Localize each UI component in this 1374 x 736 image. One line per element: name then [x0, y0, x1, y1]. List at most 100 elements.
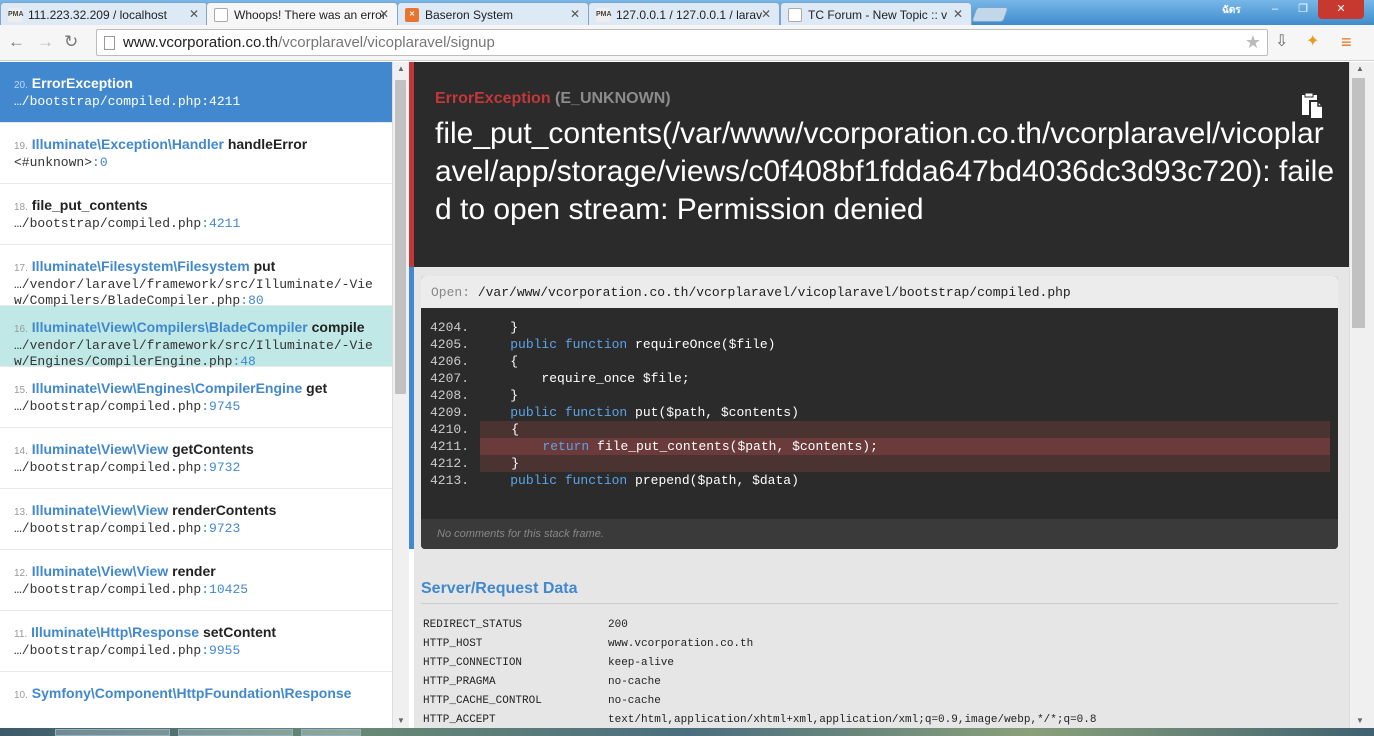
server-data-value: no-cache — [608, 676, 661, 688]
server-data-row: HTTP_HOST www.vcorporation.co.th — [423, 635, 753, 654]
frame-file: …/bootstrap/compiled.php:4211 — [14, 216, 241, 231]
server-data-row: HTTP_CACHE_CONTROL no-cache — [423, 692, 661, 711]
tab-whoops[interactable]: Whoops! There was an error ✕ — [206, 2, 398, 26]
frame-file-path: …/bootstrap/compiled.php — [14, 521, 202, 536]
code-line: 4209. public function put($path, $conten… — [421, 404, 1338, 421]
frame-method: compile — [311, 319, 365, 335]
scroll-down-icon[interactable]: ▼ — [397, 716, 405, 725]
close-tab-icon[interactable]: ✕ — [379, 7, 389, 21]
frame-file-path: …/bootstrap/compiled.php — [14, 216, 202, 231]
open-file-path[interactable]: Open: /var/www/vcorporation.co.th/vcorpl… — [421, 276, 1338, 308]
server-data-title: Server/Request Data — [421, 580, 578, 597]
code-line: 4212. } — [421, 455, 1330, 472]
frame-title: 18. file_put_contents — [14, 197, 382, 216]
frame-class: Illuminate\View\View — [31, 502, 169, 518]
code-text: } — [480, 456, 520, 471]
page-icon — [788, 8, 802, 22]
extension-wand-icon[interactable]: ✦ — [1306, 33, 1319, 51]
frame-number: 12. — [14, 568, 28, 579]
new-tab-button[interactable] — [971, 7, 1009, 22]
stack-frame[interactable]: 10. Symfony\Component\HttpFoundation\Res… — [0, 672, 392, 728]
server-data-key: REDIRECT_STATUS — [423, 619, 523, 631]
stack-frame[interactable]: 17. Illuminate\Filesystem\Filesystem put… — [0, 245, 392, 308]
frame-title: 19. Illuminate\Exception\Handler handleE… — [14, 136, 382, 155]
stack-frame[interactable]: 13. Illuminate\View\View renderContents…… — [0, 489, 392, 550]
scroll-down-icon[interactable]: ▼ — [1356, 716, 1364, 725]
tab-phpmyadmin-remote[interactable]: PMA 111.223.32.209 / localhost ✕ — [0, 2, 208, 25]
stack-frame[interactable]: 20. ErrorException …/bootstrap/compiled.… — [0, 62, 392, 123]
browser-tab-strip: PMA 111.223.32.209 / localhost ✕ Whoops!… — [0, 0, 1374, 26]
close-tab-icon[interactable]: ✕ — [953, 7, 963, 21]
frame-file: …/bootstrap/compiled.php:4211 — [14, 94, 241, 109]
maximize-button[interactable]: ❐ — [1290, 0, 1316, 19]
server-data-key: HTTP_HOST — [423, 638, 483, 650]
stack-frame[interactable]: 15. Illuminate\View\Engines\CompilerEngi… — [0, 367, 392, 428]
code-line: 4213. public function prepend($path, $da… — [421, 472, 1338, 489]
frame-number: 17. — [14, 263, 28, 274]
taskbar-app[interactable] — [301, 729, 361, 736]
stack-frame[interactable]: 14. Illuminate\View\View getContents …/bo… — [0, 428, 392, 489]
forward-icon[interactable]: → — [37, 33, 54, 51]
frame-class: Illuminate\View\View — [31, 441, 169, 457]
stack-frame[interactable]: 19. Illuminate\Exception\Handler handleE… — [0, 123, 392, 184]
file-path: /var/www/vcorporation.co.th/vcorplaravel… — [477, 285, 1071, 300]
frame-class: Illuminate\Exception\Handler — [31, 136, 224, 152]
frame-number: 10. — [14, 690, 28, 701]
close-tab-icon[interactable]: ✕ — [189, 7, 199, 21]
minimize-button[interactable]: – — [1262, 0, 1288, 19]
url-path: /vcorplaravel/vicoplaravel/signup — [278, 34, 495, 51]
scroll-up-icon[interactable]: ▲ — [397, 64, 405, 73]
copy-clipboard-icon[interactable] — [1301, 92, 1325, 120]
stack-frame[interactable]: 11. Illuminate\Http\Response setContent…… — [0, 611, 392, 672]
xampp-icon: ✕ — [405, 8, 419, 22]
frame-title: 11. Illuminate\Http\Response setContent — [14, 624, 382, 643]
server-data-value: no-cache — [608, 695, 661, 707]
code-line: 4205. public function requireOnce($file) — [421, 336, 1338, 353]
line-number: 4204. — [430, 320, 470, 335]
bookmark-star-icon[interactable]: ★ — [1245, 30, 1261, 55]
frame-file-path: …/bootstrap/compiled.php — [14, 643, 202, 658]
frame-method: setContent — [202, 624, 277, 640]
frame-file: …/bootstrap/compiled.php:9955 — [14, 643, 241, 658]
frame-class: Illuminate\Filesystem\Filesystem — [31, 258, 250, 274]
frame-number: 20. — [14, 80, 28, 91]
stack-frame[interactable]: 16. Illuminate\View\Compilers\BladeCompi… — [0, 306, 392, 369]
tab-baseron[interactable]: ✕ Baseron System ✕ — [397, 2, 589, 25]
tab-tc-forum[interactable]: TC Forum - New Topic :: v ✕ — [780, 2, 972, 25]
stack-frame[interactable]: 18. file_put_contents …/bootstrap/compile… — [0, 184, 392, 245]
close-window-button[interactable]: ✕ — [1318, 0, 1364, 19]
frames-scrollbar-thumb[interactable] — [395, 80, 406, 394]
browser-toolbar: ← → ↻ www.vcorporation.co.th/vcorplarave… — [0, 25, 1374, 61]
page-scrollbar-thumb[interactable] — [1352, 78, 1365, 328]
close-tab-icon[interactable]: ✕ — [570, 7, 580, 21]
frame-file-path: …/bootstrap/compiled.php — [14, 460, 202, 475]
scroll-up-icon[interactable]: ▲ — [1356, 64, 1364, 73]
taskbar-app[interactable] — [178, 729, 293, 736]
server-data-key: HTTP_CACHE_CONTROL — [423, 695, 542, 707]
frame-file: …/bootstrap/compiled.php:9745 — [14, 399, 241, 414]
close-tab-icon[interactable]: ✕ — [761, 7, 771, 21]
code-snippet: Open: /var/www/vcorporation.co.th/vcorpl… — [421, 276, 1338, 549]
frame-method: handleError — [227, 136, 308, 152]
address-bar[interactable]: www.vcorporation.co.th/vcorplaravel/vico… — [96, 29, 1268, 56]
back-icon[interactable]: ← — [8, 33, 25, 51]
reload-icon[interactable]: ↻ — [64, 33, 78, 51]
menu-icon[interactable]: ≡ — [1341, 33, 1352, 51]
exception-class: ErrorException — [435, 90, 551, 107]
frame-method: get — [306, 380, 328, 396]
stack-frame[interactable]: 12. Illuminate\View\View render …/bootstr… — [0, 550, 392, 611]
frame-file: …/bootstrap/compiled.php:9723 — [14, 521, 241, 536]
frame-method: file_put_contents — [31, 197, 148, 213]
frame-title: 12. Illuminate\View\View render — [14, 563, 382, 582]
code-text: { — [479, 354, 519, 369]
frame-line: 0 — [99, 155, 108, 170]
url-host: www.vcorporation.co.th — [123, 34, 279, 51]
extension-download-icon[interactable]: ⇩ — [1275, 33, 1288, 51]
tab-phpmyadmin-local[interactable]: PMA 127.0.0.1 / 127.0.0.1 / larav ✕ — [588, 2, 780, 25]
frame-file-path: …/bootstrap/compiled.php — [14, 94, 202, 109]
taskbar-chrome[interactable] — [55, 729, 170, 736]
code-text: prepend($path, $data) — [627, 473, 799, 488]
server-data-row: REDIRECT_STATUS 200 — [423, 616, 628, 635]
user-badge[interactable]: ฉัตร — [1222, 3, 1241, 18]
